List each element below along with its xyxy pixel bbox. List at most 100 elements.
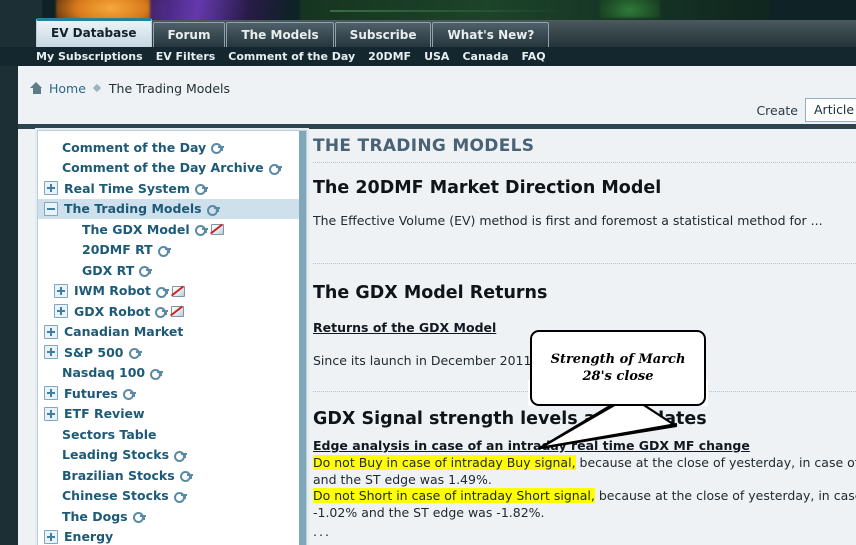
tab-whats-new[interactable]: What's New? xyxy=(432,22,550,47)
banner-streak xyxy=(330,10,570,12)
sidebar-item-label: S&P 500 xyxy=(64,344,124,360)
create-type-select[interactable]: Article xyxy=(805,98,856,122)
sidebar-item-leading-stocks[interactable]: Leading Stocks xyxy=(38,445,306,466)
divider-1 xyxy=(313,162,856,164)
callout-text: Strength of March 28's close xyxy=(550,352,686,384)
sidebar-item-canadian-market[interactable]: Canadian Market xyxy=(38,322,306,343)
sidebar-item-label: Comment of the Day Archive xyxy=(62,160,264,176)
subnav-20dmf[interactable]: 20DMF xyxy=(368,50,411,63)
heading-20dmf-model: The 20DMF Market Direction Model xyxy=(313,178,662,198)
expand-icon[interactable] xyxy=(54,304,68,319)
breadcrumb-current: The Trading Models xyxy=(108,80,231,96)
paragraph-20dmf: The Effective Volume (EV) method is firs… xyxy=(313,213,823,228)
toggle-spacer xyxy=(44,469,56,481)
tab-subscribe[interactable]: Subscribe xyxy=(334,22,432,47)
no-access-book-icon xyxy=(170,285,185,297)
expand-icon[interactable] xyxy=(44,386,58,401)
expand-icon[interactable] xyxy=(44,345,58,360)
callout-bubble: Strength of March 28's close xyxy=(530,330,706,406)
highlight-do-not-buy: Do not Buy in case of intraday Buy signa… xyxy=(313,455,576,470)
sidebar-item-label: Futures xyxy=(64,385,118,401)
create-control: Create Article xyxy=(756,98,856,122)
sidebar-item-label: Nasdaq 100 xyxy=(62,365,146,381)
sidebar-item-20dmf-rt[interactable]: 20DMF RT xyxy=(38,240,306,261)
heading-gdx-returns: The GDX Model Returns xyxy=(313,283,548,303)
key-icon xyxy=(139,265,153,278)
callout-box: Strength of March 28's close xyxy=(530,330,706,406)
sidebar-tree: Comment of the Day Comment of the Day Arc… xyxy=(37,130,307,545)
tab-forum[interactable]: Forum xyxy=(152,22,226,47)
tab-the-models[interactable]: The Models xyxy=(226,22,334,47)
heading-gdx-signal-strength: GDX Signal strength levels and updates xyxy=(313,409,707,429)
key-icon xyxy=(268,163,282,175)
subnav-spacer xyxy=(0,47,36,66)
sidebar-item-label: 20DMF RT xyxy=(82,242,153,258)
sidebar-item-label: GDX Robot xyxy=(74,303,151,319)
key-icon xyxy=(128,347,142,360)
sidebar-item-etf-review[interactable]: ETF Review xyxy=(38,404,306,425)
sidebar-item-sectors-table[interactable]: Sectors Table xyxy=(38,424,306,445)
expand-icon[interactable] xyxy=(54,283,68,298)
subnav-my-subscriptions[interactable]: My Subscriptions xyxy=(36,50,143,63)
edge-line-4: -1.02% and the ST edge was -1.82%. xyxy=(313,504,545,520)
subnav-usa[interactable]: USA xyxy=(424,50,449,63)
toggle-spacer xyxy=(44,367,56,379)
key-icon xyxy=(173,491,187,503)
sidebar-item-gdx-rt[interactable]: GDX RT xyxy=(38,260,306,281)
link-returns-of-gdx-model[interactable]: Returns of the GDX Model xyxy=(313,320,496,335)
sidebar-item-brazilian-stocks[interactable]: Brazilian Stocks xyxy=(38,465,306,486)
subheading-edge-analysis: Edge analysis in case of an intraday rea… xyxy=(313,438,750,453)
subnav-ev-filters[interactable]: EV Filters xyxy=(156,50,216,63)
toggle-spacer xyxy=(44,162,56,174)
breadcrumb: Home The Trading Models xyxy=(30,79,230,97)
key-icon xyxy=(194,183,208,196)
sidebar-item-label: The Trading Models xyxy=(64,201,202,217)
toggle-spacer xyxy=(44,490,56,502)
key-icon xyxy=(174,450,188,462)
sidebar-item-chinese-stocks[interactable]: Chinese Stocks xyxy=(38,486,306,507)
expand-icon[interactable] xyxy=(44,324,58,339)
left-rail xyxy=(0,66,18,545)
subnav-comment-of-the-day[interactable]: Comment of the Day xyxy=(228,50,355,63)
sidebar-item-the-gdx-model[interactable]: The GDX Model xyxy=(38,219,306,240)
toggle-spacer xyxy=(44,428,56,440)
toggle-spacer xyxy=(64,264,76,276)
sidebar-item-label: Brazilian Stocks xyxy=(62,467,175,483)
sidebar-item-label: Real Time System xyxy=(64,180,190,196)
key-icon xyxy=(194,224,208,237)
sidebar-item-label: Comment of the Day xyxy=(62,139,207,155)
no-access-book-icon xyxy=(170,305,185,318)
banner-purple-graphic xyxy=(150,0,290,22)
breadcrumb-separator-icon xyxy=(93,84,102,93)
toggle-spacer xyxy=(64,223,76,235)
expand-icon[interactable] xyxy=(44,406,58,421)
sidebar-item-s-p-500[interactable]: S&P 500 xyxy=(38,342,306,363)
breadcrumb-home-link[interactable]: Home xyxy=(49,81,86,96)
collapse-icon[interactable] xyxy=(44,201,58,216)
key-icon xyxy=(150,368,164,380)
sidebar-item-the-trading-models[interactable]: The Trading Models xyxy=(38,198,306,219)
key-icon xyxy=(155,306,169,319)
sidebar-item-energy[interactable]: Energy xyxy=(38,527,306,545)
sidebar-scrollbar[interactable] xyxy=(299,131,306,545)
create-label: Create xyxy=(756,102,798,118)
sidebar-item-comment-of-the-day[interactable]: Comment of the Day xyxy=(38,137,306,158)
sidebar-item-futures[interactable]: Futures xyxy=(38,383,306,404)
key-icon xyxy=(179,470,193,483)
sidebar-item-comment-of-the-day-archive[interactable]: Comment of the Day Archive xyxy=(38,158,306,179)
sidebar-item-nasdaq-100[interactable]: Nasdaq 100 xyxy=(38,363,306,384)
sidebar-item-real-time-system[interactable]: Real Time System xyxy=(38,178,306,199)
sidebar-item-iwm-robot[interactable]: IWM Robot xyxy=(38,281,306,302)
sidebar-item-gdx-robot[interactable]: GDX Robot xyxy=(38,301,306,322)
header-divider xyxy=(18,124,856,129)
key-icon xyxy=(157,245,171,257)
expand-icon[interactable] xyxy=(44,529,58,544)
sidebar-item-label: GDX RT xyxy=(82,262,135,278)
subnav-canada[interactable]: Canada xyxy=(462,50,508,63)
sidebar-item-label: IWM Robot xyxy=(74,283,151,299)
sidebar-item-the-dogs[interactable]: The Dogs xyxy=(38,506,306,527)
expand-icon[interactable] xyxy=(44,181,58,196)
subnav-faq[interactable]: FAQ xyxy=(522,50,546,63)
tab-ev-database[interactable]: EV Database xyxy=(36,18,152,47)
no-access-book-icon xyxy=(209,223,224,236)
